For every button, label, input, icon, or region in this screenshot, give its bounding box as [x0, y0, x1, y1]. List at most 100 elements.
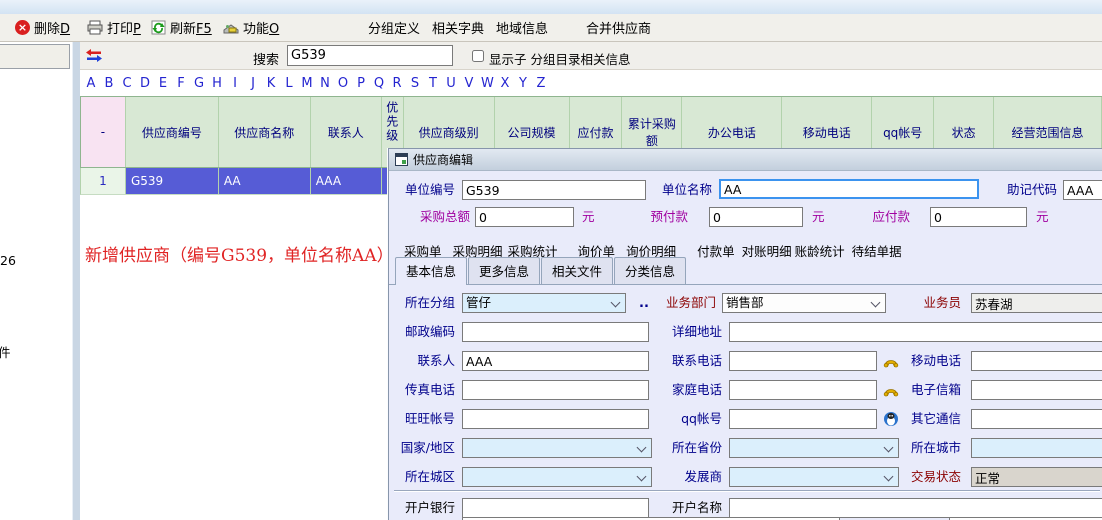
country-label: 国家/地区 — [389, 438, 455, 458]
alpha-link[interactable]: J — [247, 76, 259, 91]
swap-arrows-icon[interactable] — [85, 49, 103, 62]
unit-name-label: 单位名称 — [619, 180, 712, 200]
alpha-link[interactable]: T — [427, 76, 439, 91]
row-number-cell: 1 — [81, 168, 126, 194]
print-hotkey: P — [133, 22, 141, 37]
menu-group-define[interactable]: 分组定义 — [368, 18, 420, 37]
alpha-link[interactable]: U — [445, 76, 457, 91]
alpha-link[interactable]: P — [355, 76, 367, 91]
alpha-link[interactable]: K — [265, 76, 277, 91]
tab-category-info[interactable]: 分类信息 — [614, 257, 686, 284]
menu-related-dict[interactable]: 相关字典 — [432, 18, 484, 37]
alpha-link[interactable]: X — [499, 76, 511, 91]
account-name-label: 开户名称 — [629, 498, 722, 518]
alpha-link[interactable]: Z — [535, 76, 547, 91]
tel-input[interactable] — [729, 351, 877, 371]
link-reconcile-detail[interactable]: 对账明细 — [742, 241, 792, 260]
col-header-contact[interactable]: 联系人 — [311, 97, 382, 167]
prepay-input[interactable] — [709, 207, 803, 227]
alpha-link[interactable]: I — [229, 76, 241, 91]
link-payment-order[interactable]: 付款单 — [697, 241, 735, 260]
menu-region-info[interactable]: 地域信息 — [496, 18, 548, 37]
unit-name-input[interactable] — [719, 179, 979, 199]
alpha-link[interactable]: R — [391, 76, 403, 91]
tab-basic-info[interactable]: 基本信息 — [395, 257, 467, 285]
show-subgroup-checkbox-label: 显示子 分组目录相关信息 — [489, 49, 630, 68]
refresh-button[interactable]: 刷新F5 — [148, 14, 215, 41]
alpha-link[interactable]: W — [481, 76, 493, 91]
sidebar-header-box — [0, 44, 70, 69]
purchase-unit: 元 — [582, 207, 595, 227]
alpha-link[interactable]: F — [175, 76, 187, 91]
alpha-link[interactable]: Y — [517, 76, 529, 91]
purchase-total-input[interactable] — [475, 207, 574, 227]
search-input[interactable] — [287, 45, 453, 66]
address-input[interactable] — [729, 322, 1102, 342]
tab-more-info[interactable]: 更多信息 — [468, 257, 540, 284]
alpha-link[interactable]: L — [283, 76, 295, 91]
link-aging-stats[interactable]: 账龄统计 — [795, 241, 845, 260]
alpha-link[interactable]: H — [211, 76, 223, 91]
col-header-supplier-name[interactable]: 供应商名称 — [219, 97, 311, 167]
function-button[interactable]: 功能O — [220, 14, 282, 41]
supplier-code-cell: G539 — [126, 168, 219, 194]
purchase-total-label: 采购总额 — [389, 207, 470, 227]
alpha-link[interactable]: O — [337, 76, 349, 91]
mobile-input[interactable] — [971, 351, 1102, 371]
bank-input[interactable] — [462, 498, 649, 518]
alpha-link[interactable]: A — [85, 76, 97, 91]
contact-input[interactable] — [462, 351, 649, 371]
tab-related-files[interactable]: 相关文件 — [541, 257, 613, 284]
alpha-link[interactable]: S — [409, 76, 421, 91]
email-input[interactable] — [971, 380, 1102, 400]
delete-button[interactable]: × 删除D — [12, 14, 73, 41]
alpha-link[interactable]: B — [103, 76, 115, 91]
refresh-button-label: 刷新 — [170, 22, 196, 37]
developer-label: 发展商 — [629, 467, 722, 487]
print-button[interactable]: 打印P — [84, 14, 144, 41]
country-combo[interactable] — [462, 438, 652, 458]
group-combo[interactable]: 管仔 — [462, 293, 626, 313]
trade-status-input — [971, 467, 1102, 487]
zip-input[interactable] — [462, 322, 649, 342]
alpha-link[interactable]: Q — [373, 76, 385, 91]
zip-label: 邮政编码 — [389, 322, 455, 342]
sidebar-text-fragment: 件 — [0, 342, 11, 361]
mnemonic-input[interactable] — [1063, 180, 1102, 200]
payable-input[interactable] — [930, 207, 1027, 227]
group-label: 所在分组 — [389, 293, 455, 313]
supplier-name-cell: AA — [219, 168, 311, 194]
toolbar-menus: 分组定义 相关字典 地域信息 合并供应商 — [368, 14, 651, 41]
annotation-text: 新增供应商（编号G539，单位名称AA） — [85, 241, 394, 266]
home-tel-input[interactable] — [729, 380, 877, 400]
link-pending-docs[interactable]: 待结单据 — [852, 241, 902, 260]
dialog-tabs: 基本信息 更多信息 相关文件 分类信息 — [389, 261, 1102, 285]
district-combo[interactable] — [462, 467, 652, 487]
dialog-titlebar: 供应商编辑 — [389, 149, 1102, 171]
alpha-link[interactable]: M — [301, 76, 313, 91]
qq-input[interactable] — [729, 409, 877, 429]
col-header-rownum[interactable]: - — [81, 97, 126, 167]
fax-input[interactable] — [462, 380, 649, 400]
account-name-input[interactable] — [729, 498, 1102, 518]
alpha-link[interactable]: V — [463, 76, 475, 91]
salesman-input[interactable] — [971, 293, 1102, 313]
col-header-supplier-code[interactable]: 供应商编号 — [126, 97, 219, 167]
print-icon — [87, 20, 103, 35]
alpha-link[interactable]: G — [193, 76, 205, 91]
other-contact-input[interactable] — [971, 409, 1102, 429]
alpha-link[interactable]: E — [157, 76, 169, 91]
wangwang-input[interactable] — [462, 409, 649, 429]
email-label: 电子信箱 — [857, 380, 961, 400]
show-subgroup-checkbox[interactable] — [472, 50, 484, 62]
alpha-link[interactable]: N — [319, 76, 331, 91]
city-input[interactable] — [971, 438, 1102, 458]
payable-unit: 元 — [1036, 207, 1049, 227]
payable-label: 应付款 — [839, 207, 910, 227]
alpha-link[interactable]: D — [139, 76, 151, 91]
trade-status-label: 交易状态 — [857, 467, 961, 487]
alphabet-index-bar: A B C D E F G H I J K L M N O P Q R S T … — [80, 70, 1102, 96]
menu-merge-supplier[interactable]: 合并供应商 — [586, 18, 651, 37]
panel-splitter[interactable] — [72, 42, 80, 520]
alpha-link[interactable]: C — [121, 76, 133, 91]
